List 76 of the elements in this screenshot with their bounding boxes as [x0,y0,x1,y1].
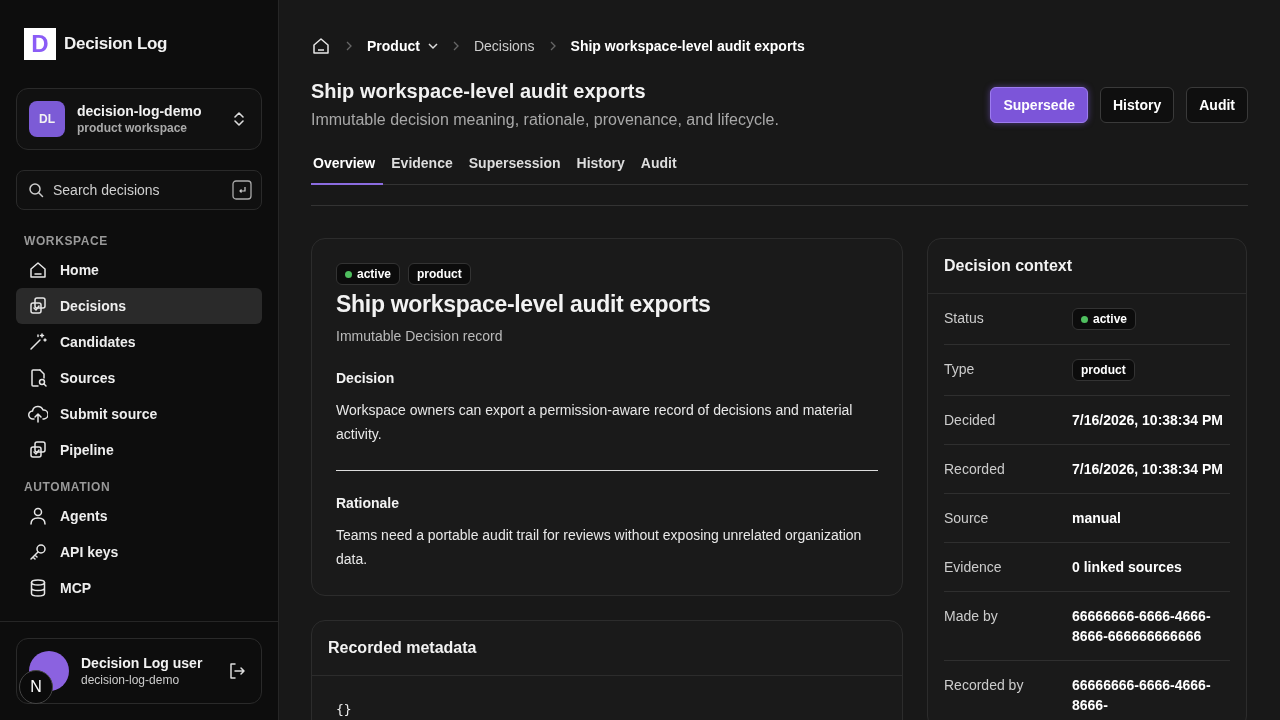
chevron-right-icon [548,41,557,51]
workspace-subtitle: product workspace [77,121,189,135]
page-subtitle: Immutable decision meaning, rationale, provenance, and lifecycle. [311,111,779,129]
home-icon[interactable] [311,36,331,56]
workspace-avatar: DL [29,101,65,137]
field-value: manual [1072,509,1122,528]
nav-section-heading: AUTOMATION [24,480,112,494]
field-label: Recorded by [944,677,1025,693]
record-subtitle: Immutable Decision record [336,328,504,344]
card-title: Decision context [928,239,1246,294]
tab[interactable]: Overview [311,151,384,185]
field-label: Decided [944,412,997,428]
sidebar-item[interactable]: Agents [16,498,262,534]
field-value: 7/16/2026, 10:38:34 PM [1072,411,1224,430]
field-label: Recorded [944,461,1006,477]
field-label: Evidence [944,559,1003,575]
key-icon [28,542,48,562]
sidebar-item[interactable]: Home [16,252,262,288]
field-label: Type [944,361,976,377]
chevron-right-icon [451,41,460,51]
logout-icon[interactable] [227,661,247,681]
tab[interactable]: Audit [638,151,685,185]
enter-key-icon [232,180,252,200]
chevron-right-icon [345,41,353,51]
section-heading: Decision [336,370,396,386]
upload-icon [28,404,48,424]
sidebar-item[interactable]: MCP [16,570,262,606]
sidebar-item[interactable]: Pipeline [16,432,262,468]
section-heading: Rationale [336,495,400,511]
sidebar-item[interactable]: Decisions [16,288,262,324]
sidebar-item[interactable]: Candidates [16,324,262,360]
search-icon [28,182,44,198]
section-text: Workspace owners can export a permission-aware record of decisions and material activity. [336,401,854,444]
field-value: 0 linked sources [1072,558,1183,577]
app-name: Decision Log [64,34,168,54]
field-value: 7/16/2026, 10:38:34 PM [1072,460,1224,479]
field-value: 66666666-6666-4666-8666- [1072,676,1212,715]
action-button[interactable]: History [1100,86,1175,123]
tag-chip: active [336,263,401,285]
user-name: Decision Log user [81,655,204,671]
card-title: Recorded metadata [312,621,902,676]
tag-chip: active [1072,308,1137,330]
field-label: Made by [944,608,999,624]
tab[interactable]: Supersession [466,151,569,185]
dev-badge[interactable]: N [19,670,53,704]
tag-chip: product [408,263,471,285]
breadcrumb-link[interactable]: Product [367,38,438,54]
breadcrumb-link[interactable]: Decisions [473,38,535,54]
workspace-name: decision-log-demo [77,103,203,119]
field-value: 66666666-6666-4666-8666-666666666666 [1072,607,1212,646]
tag-chip: product [1072,359,1135,381]
tab[interactable]: Evidence [389,151,461,185]
field-label: Status [944,310,985,326]
breadcrumb-link[interactable]: Ship workspace-level audit exports [570,38,805,54]
field-label: Source [944,510,990,526]
database-icon [28,578,48,598]
workspace-switcher[interactable]: DL decision-log-demo product workspace [16,88,262,150]
user-workspace: decision-log-demo [81,673,181,687]
action-button[interactable]: Audit [1186,86,1248,123]
search-field[interactable]: Search decisions [16,170,262,210]
chevron-down-icon [427,42,438,50]
chevron-updown-icon [233,110,245,128]
sidebar-item[interactable]: API keys [16,534,262,570]
home-icon [28,260,48,280]
section-text: Teams need a portable audit trail for reviews without exposing unrelated organization data. [336,526,863,569]
tab[interactable]: History [574,151,633,185]
app-logo: D [24,28,56,60]
sidebar-item[interactable]: Submit source [16,396,262,432]
code-text: {} [336,702,352,717]
wand-icon [28,332,48,352]
sidebar-item[interactable]: Sources [16,360,262,396]
record-title: Ship workspace-level audit exports [336,291,712,318]
page-title: Ship workspace-level audit exports [311,80,647,103]
nav-section-heading: WORKSPACE [24,234,109,248]
primary-button[interactable]: Supersede [990,86,1088,123]
person-icon [28,506,48,526]
